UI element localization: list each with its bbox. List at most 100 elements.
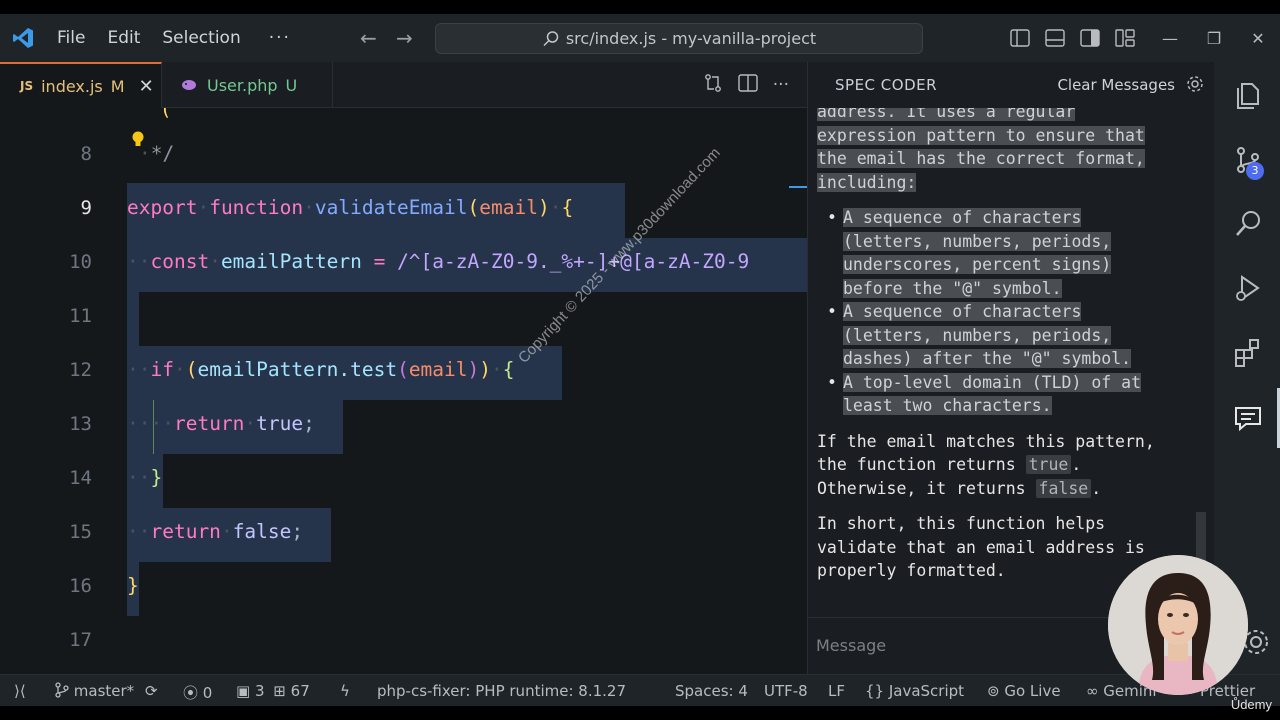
toggle-secondary-sidebar-icon[interactable]	[1079, 28, 1101, 48]
line-number: 9	[80, 197, 92, 219]
status-bar: ⟩⟨ master* ⟳ ⦿ 0 ▣ 3 ⊞ 67 ϟ php-cs-fixer…	[0, 674, 1280, 706]
panel-scrollbar[interactable]	[1196, 512, 1206, 564]
explorer-icon[interactable]	[1232, 78, 1264, 110]
function-name: validateEmail	[314, 196, 468, 219]
warnings-icon: ⊞	[273, 682, 286, 700]
toggle-primary-sidebar-icon[interactable]	[1009, 28, 1031, 48]
menu-edit[interactable]: Edit	[107, 28, 140, 48]
gear-icon[interactable]	[1185, 74, 1205, 94]
list-item: A sequence of characters (letters, numbe…	[827, 206, 1207, 300]
inline-code: false	[1035, 478, 1092, 498]
untracked-badge: U	[285, 75, 298, 95]
message-placeholder: Message	[816, 636, 887, 655]
branch-name: master*	[73, 682, 135, 700]
line-number: 12	[69, 359, 92, 381]
source-control-badge: 3	[1246, 162, 1264, 180]
editor-actions: ···	[688, 62, 789, 108]
menu-file[interactable]: File	[57, 28, 85, 48]
code-line-13: 13 ····return·true;	[0, 399, 807, 453]
code-line-12: 12 ··if·(emailPattern.test(email))·{	[0, 345, 807, 399]
back-arrow-icon[interactable]: ←	[360, 26, 377, 50]
parameter: email	[408, 358, 468, 381]
editor-tab-bar: JS index.js M ✕ User.php U ···	[0, 62, 807, 108]
search-icon[interactable]	[1232, 208, 1264, 240]
closing-brace: }	[127, 574, 139, 597]
keyword: export	[127, 196, 198, 219]
modified-badge: M	[110, 76, 125, 96]
chat-messages[interactable]: address. It uses a regular expression pa…	[817, 108, 1207, 616]
comment-end: */	[150, 142, 175, 165]
code-line-11: 11	[0, 291, 807, 345]
top-black-strip	[0, 0, 1280, 14]
customize-layout-icon[interactable]	[1114, 28, 1136, 48]
restore-icon[interactable]: ❐	[1192, 29, 1236, 48]
branch-status[interactable]: master* ⟳	[55, 682, 158, 700]
code-line-10: 10 ··const·emailPattern = /^[a-zA-Z0-9._…	[0, 237, 807, 291]
line-number: 13	[69, 413, 92, 435]
close-window-icon[interactable]: ✕	[1236, 29, 1280, 48]
line-number: 8	[80, 143, 92, 165]
instructor-avatar	[1108, 555, 1248, 695]
command-center-search[interactable]: src/index.js - my-vanilla-project	[435, 23, 923, 54]
js-file-icon: JS	[20, 79, 34, 93]
tab-index-js[interactable]: JS index.js M ✕	[0, 62, 162, 108]
go-live-button[interactable]: ⊚ Go Live	[987, 682, 1061, 700]
clear-messages-button[interactable]: Clear Messages	[1057, 76, 1175, 94]
ports-status[interactable]: ⦿ 0	[183, 682, 212, 703]
indentation-status[interactable]: Spaces: 4	[675, 682, 748, 700]
forward-arrow-icon[interactable]: →	[396, 26, 413, 50]
language-mode[interactable]: {} JavaScript	[865, 682, 964, 700]
split-editor-icon[interactable]	[738, 73, 758, 97]
list-item: A sequence of characters (letters, numbe…	[827, 300, 1207, 371]
encoding-status[interactable]: UTF-8	[764, 682, 808, 700]
menu-selection[interactable]: Selection	[162, 28, 240, 48]
gemini-icon: ∞	[1086, 682, 1099, 700]
php-cs-fixer-status[interactable]: php-cs-fixer: PHP runtime: 8.1.27	[377, 682, 626, 700]
panel-title: SPEC CODER	[835, 76, 938, 94]
keyword: const	[150, 250, 210, 273]
keyword: if	[150, 358, 174, 381]
run-debug-icon[interactable]	[1232, 272, 1264, 304]
code-line-14: 14 ··}	[0, 453, 807, 507]
more-actions-icon[interactable]: ···	[773, 75, 789, 95]
line-number: 15	[69, 521, 92, 543]
tab-user-php[interactable]: User.php U	[163, 62, 333, 108]
eol-status[interactable]: LF	[828, 682, 845, 700]
php-elephant-icon	[182, 80, 196, 90]
broadcast-icon: ⦿	[183, 684, 199, 702]
list-item: A top-level domain (TLD) of at least two…	[827, 371, 1207, 418]
compare-changes-icon[interactable]	[703, 73, 723, 98]
menu-more-button[interactable]: ···	[269, 28, 291, 48]
line-number: 10	[69, 251, 92, 273]
bottom-black-strip	[0, 706, 1280, 720]
inline-code: true	[1025, 455, 1072, 474]
boolean: false	[232, 520, 292, 543]
variable: emailPattern	[220, 250, 362, 273]
code-line-17: 17	[0, 615, 807, 669]
extensions-icon[interactable]	[1232, 336, 1264, 368]
toggle-panel-icon[interactable]	[1044, 28, 1066, 48]
vscode-logo-icon[interactable]	[11, 26, 35, 50]
close-tab-icon[interactable]: ✕	[139, 76, 154, 97]
remote-icon[interactable]: ⟩⟨	[14, 682, 26, 700]
variable: emailPattern	[197, 358, 339, 381]
line-number: 11	[69, 305, 92, 327]
sync-icon[interactable]: ⟳	[145, 682, 158, 700]
minimize-icon[interactable]: —	[1148, 29, 1192, 48]
radio-icon: ⊚	[987, 682, 1000, 700]
branch-icon	[55, 682, 69, 698]
errors-icon: ▣	[236, 682, 251, 700]
keyword: return	[173, 412, 245, 435]
code-line-16: 16 }	[0, 561, 807, 615]
closing-brace: }	[150, 466, 163, 489]
operator: =	[361, 250, 398, 273]
window-controls: — ❐ ✕	[996, 14, 1280, 62]
panel-header: SPEC CODER Clear Messages	[808, 62, 1215, 108]
lightning-icon[interactable]: ϟ	[340, 682, 350, 700]
problems-status[interactable]: ▣ 3 ⊞ 67	[236, 682, 310, 700]
method: .test	[338, 358, 398, 381]
chat-icon[interactable]	[1232, 402, 1264, 434]
keyword: function	[209, 196, 304, 219]
code-line-15: 15 ··return·false;	[0, 507, 807, 561]
line-number: 14	[69, 467, 92, 489]
